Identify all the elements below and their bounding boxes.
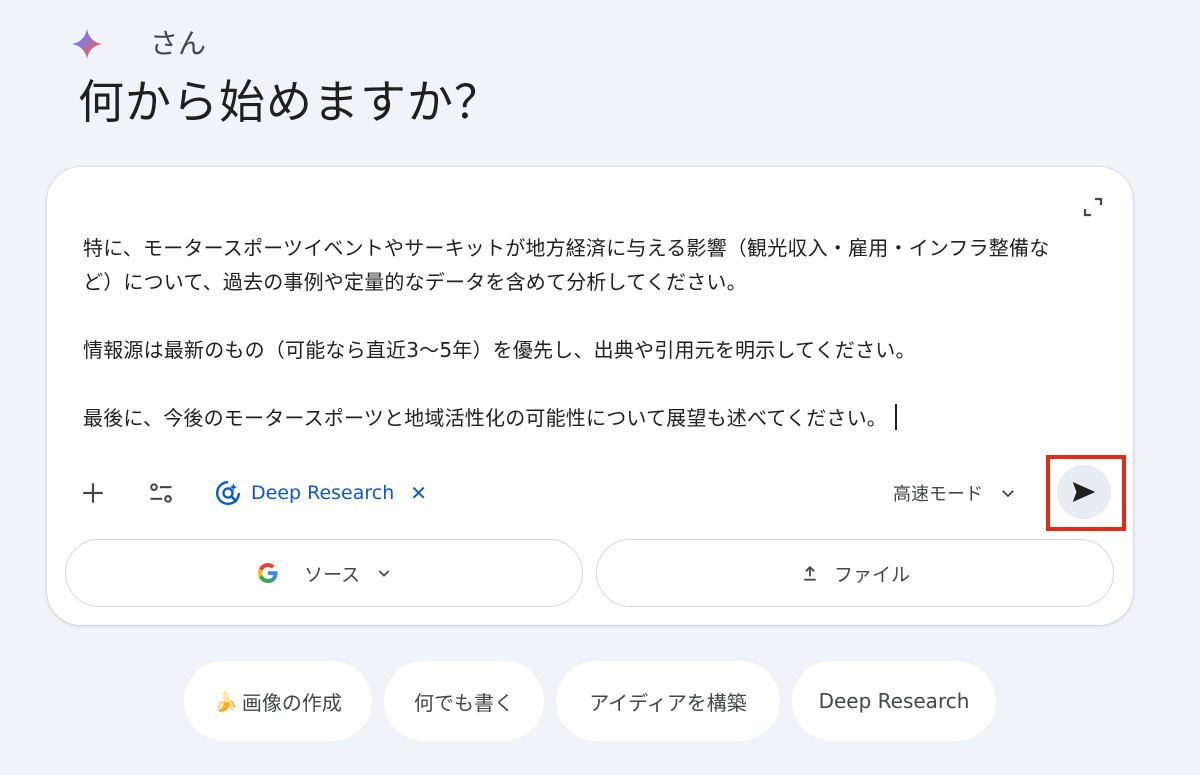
- suggestion-label: Deep Research: [818, 689, 970, 713]
- text-caret: [895, 404, 897, 430]
- add-button[interactable]: [75, 475, 111, 511]
- prompt-paragraph-2: 情報源は最新のもの（可能なら直近3〜5年）を優先し、出典や引用元を明示してくださ…: [83, 338, 916, 362]
- file-label: ファイル: [833, 563, 910, 586]
- greeting: さん 何から始めますか？: [70, 22, 770, 129]
- plus-icon: [83, 483, 103, 503]
- send-highlight-annotation: [1046, 455, 1126, 531]
- prompt-paragraph-3: 最後に、今後のモータースポーツと地域活性化の可能性について展望も述べてください。: [83, 401, 1073, 435]
- close-icon[interactable]: ✕: [410, 483, 427, 503]
- greeting-name: さん: [150, 27, 207, 60]
- banana-icon: 🍌: [214, 690, 238, 713]
- tune-icon: [150, 483, 172, 503]
- deep-research-icon: [216, 480, 241, 505]
- chevron-down-icon: [1002, 490, 1014, 498]
- suggestion-label: 何でも書く: [414, 690, 514, 715]
- source-label: ソース: [303, 563, 361, 586]
- suggestion-label: 画像の作成: [241, 690, 342, 715]
- mode-label: 高速モード: [893, 484, 983, 505]
- chevron-down-icon: [378, 570, 390, 577]
- gemini-spark-icon: [71, 28, 103, 60]
- suggestion-write-anything[interactable]: 何でも書く: [384, 661, 544, 741]
- mode-selector[interactable]: 高速モード: [893, 477, 1017, 509]
- prompt-composer: 特に、モータースポーツイベントやサーキットが地方経済に与える影響（観光収入・雇用…: [47, 167, 1133, 625]
- greeting-row: さん: [70, 22, 770, 66]
- composer-toolbar: Deep Research ✕ 高速モード: [75, 465, 1115, 519]
- deep-research-label: Deep Research: [251, 482, 395, 504]
- prompt-paragraph-3-text: 最後に、今後のモータースポーツと地域活性化の可能性について展望も述べてください。: [83, 406, 887, 430]
- prompt-paragraph-1: 特に、モータースポーツイベントやサーキットが地方経済に与える影響（観光収入・雇用…: [83, 236, 1050, 294]
- prompt-input[interactable]: 特に、モータースポーツイベントやサーキットが地方経済に与える影響（観光収入・雇用…: [83, 231, 1073, 435]
- suggestion-build-ideas[interactable]: アイディアを構築: [556, 661, 780, 741]
- tools-button[interactable]: [143, 475, 179, 511]
- page-title: 何から始めますか？: [78, 75, 501, 129]
- expand-icon[interactable]: [1081, 195, 1105, 219]
- file-upload-button[interactable]: ファイル: [596, 539, 1114, 607]
- upload-icon: [804, 565, 816, 581]
- google-logo-icon: [257, 563, 278, 583]
- suggestion-deep-research[interactable]: Deep Research: [792, 661, 996, 741]
- suggestion-chips: 🍌 画像の作成 何でも書く アイディアを構築 Deep Research: [184, 661, 1008, 741]
- deep-research-chip[interactable]: Deep Research ✕: [215, 477, 427, 509]
- source-button[interactable]: ソース: [65, 539, 583, 607]
- suggestion-label: アイディアを構築: [589, 690, 747, 715]
- suggestion-create-image[interactable]: 🍌 画像の作成: [184, 661, 372, 741]
